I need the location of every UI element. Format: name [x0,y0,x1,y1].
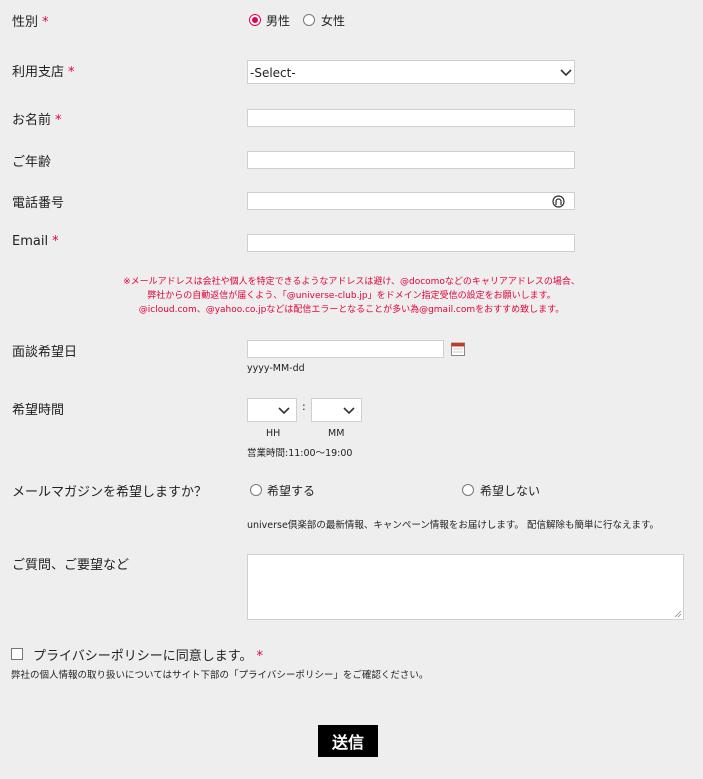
required-mark: * [52,234,59,249]
branch-label: 利用支店 * [12,65,75,80]
gender-male-label: 男性 [266,14,291,28]
gender-female-radio[interactable] [303,14,315,26]
email-note-line-1: ※メールアドレスは会社や個人を特定できるようなアドレスは避け、@docomoなど… [123,277,580,287]
newsletter-yes-label: 希望する [267,484,316,498]
chevron-down-icon [560,69,572,77]
chevron-down-icon [343,407,355,415]
required-mark: * [68,65,75,80]
age-input[interactable] [247,151,575,169]
privacy-note: 弊社の個人情報の取り扱いについてはサイト下部の「プライバシーポリシー」をご確認く… [11,670,429,681]
comments-label: ご質問、ご要望など [12,558,130,573]
required-mark: * [42,15,49,30]
gender-female-label: 女性 [321,14,346,28]
chevron-down-icon [278,407,290,415]
calendar-icon[interactable] [451,342,465,356]
time-label: 希望時間 [12,403,65,418]
phone-label: 電話番号 [12,196,65,211]
hour-select[interactable] [247,398,297,422]
time-separator: : [302,400,306,413]
hour-hint: HH [266,428,281,439]
gender-label: 性別 * [12,15,49,30]
resize-handle-icon[interactable] [674,610,682,618]
date-label: 面談希望日 [12,345,78,360]
newsletter-label: メールマガジンを希望しますか？ [12,485,208,500]
email-input[interactable] [247,234,575,252]
email-note-line-2: 弊社からの自動返信が届くよう、「@universe-club.jp」をドメイン指… [147,291,556,301]
date-input[interactable] [247,340,444,358]
name-label: お名前 * [12,113,62,128]
gender-male-radio[interactable] [249,14,261,26]
required-mark: * [55,113,62,128]
newsletter-yes-radio[interactable] [250,484,262,496]
required-mark: * [256,649,263,664]
email-label: Email * [12,234,59,249]
branch-select[interactable]: -Select- [247,60,575,84]
comments-textarea[interactable] [247,554,684,620]
name-input[interactable] [247,109,575,127]
phone-input[interactable] [247,192,575,210]
newsletter-no-label: 希望しない [480,484,541,498]
business-hours-note: 営業時間:11:00～19:00 [247,448,353,459]
minute-hint: MM [328,428,345,439]
newsletter-note: universe倶楽部の最新情報、キャンペーン情報をお届けします。 配信解除も簡… [247,520,659,531]
privacy-checkbox[interactable] [11,648,23,660]
contact-form: 性別 * 男性 女性 利用支店 * -Select- お名前 * ご年齢 電話番号 E… [0,0,703,779]
minute-select[interactable] [311,398,362,422]
newsletter-no-radio[interactable] [462,484,474,496]
privacy-label: プライバシーポリシーに同意します。 * [33,649,263,664]
age-label: ご年齢 [12,155,52,170]
date-format-hint: yyyy-MM-dd [247,363,305,374]
autofill-icon[interactable] [552,195,565,208]
submit-button[interactable]: 送信 [318,725,378,757]
branch-select-value: -Select- [250,66,296,80]
email-note-line-3: @icloud.com、@yahoo.co.jpなどは配信エラーとなることが多い… [138,305,565,315]
